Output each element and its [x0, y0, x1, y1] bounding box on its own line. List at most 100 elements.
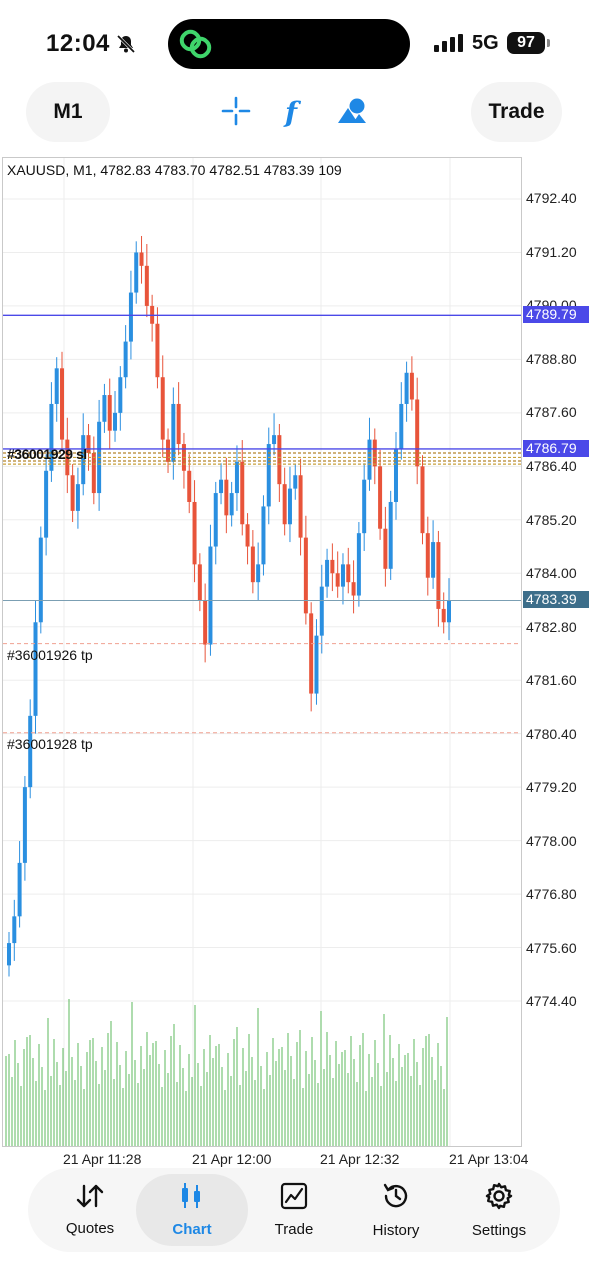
- price-tick: 4786.40: [526, 458, 577, 474]
- battery-level: 97: [507, 32, 545, 54]
- candle-body: [38, 537, 43, 623]
- candle-body: [330, 559, 335, 574]
- candle-body: [431, 542, 436, 578]
- chart-area[interactable]: XAUUSD, M1, 4782.83 4783.70 4782.51 4783…: [2, 157, 522, 1147]
- trade-button[interactable]: Trade: [471, 82, 562, 142]
- order-label-tp-2: #36001928 tp: [7, 736, 93, 752]
- price-tick: 4779.20: [526, 779, 577, 795]
- candle-body: [378, 466, 383, 529]
- candle-body: [107, 395, 112, 431]
- price-tick: 4787.60: [526, 404, 577, 420]
- candle-body: [240, 461, 245, 525]
- candle-body: [54, 368, 59, 404]
- function-icon[interactable]: f: [283, 96, 305, 133]
- candle-body: [256, 564, 261, 583]
- quotes-icon: [75, 1183, 105, 1214]
- price-tag-current: 4783.39: [523, 591, 589, 608]
- objects-icon[interactable]: [336, 96, 368, 131]
- price-tag-line-lower: 4786.79: [523, 440, 589, 457]
- svg-text:f: f: [283, 96, 302, 128]
- bell-slash-icon: [115, 33, 137, 60]
- candle-body: [388, 501, 393, 569]
- candle-body: [86, 435, 91, 453]
- candle-body: [17, 862, 22, 917]
- candle-body: [351, 582, 356, 596]
- chart-toolbar: M1 f Trade: [0, 82, 589, 146]
- settings-icon: [484, 1181, 514, 1216]
- history-icon: [381, 1181, 411, 1216]
- price-tick: 4781.60: [526, 672, 577, 688]
- price-tag-line-upper: 4789.79: [523, 306, 589, 323]
- candle-body: [277, 435, 282, 485]
- candle-body: [436, 542, 441, 609]
- app-indicator-icon: [178, 27, 214, 66]
- order-label-tp-1: #36001926 tp: [7, 647, 93, 663]
- candle-body: [319, 586, 324, 636]
- candle-body: [314, 635, 319, 694]
- candle-body: [415, 399, 420, 467]
- candle-body: [298, 475, 303, 538]
- candle-body: [282, 484, 287, 525]
- price-tick: 4774.40: [526, 993, 577, 1009]
- candle-body: [399, 403, 404, 449]
- nav-quotes[interactable]: Quotes: [38, 1168, 142, 1252]
- candle-body: [197, 564, 202, 600]
- price-tick: 4778.00: [526, 833, 577, 849]
- chart-icon: [179, 1182, 205, 1215]
- candle-body: [367, 439, 372, 480]
- candle-body: [425, 533, 430, 578]
- candle-body: [309, 613, 314, 694]
- candle-body: [420, 466, 425, 534]
- signal-bars-icon: [434, 34, 464, 57]
- nav-chart[interactable]: Chart: [136, 1174, 248, 1246]
- nav-settings[interactable]: Settings: [447, 1168, 551, 1252]
- candle-body: [356, 533, 361, 596]
- candle-body: [213, 493, 218, 547]
- candle-body: [128, 292, 133, 342]
- candle-body: [250, 546, 255, 583]
- candle-body: [144, 265, 149, 306]
- candle-body: [75, 484, 80, 511]
- candle-body: [234, 461, 239, 494]
- candle-body: [393, 448, 398, 502]
- candle-body: [219, 479, 224, 494]
- nav-trade[interactable]: Trade: [242, 1168, 346, 1252]
- candle-body: [224, 479, 229, 516]
- candle-body: [441, 608, 446, 623]
- candle-body: [123, 341, 128, 378]
- time-tick: 21 Apr 12:32: [320, 1151, 400, 1167]
- candle-body: [22, 787, 27, 863]
- status-bar: 12:04 5G 97: [0, 0, 589, 80]
- candle-body: [70, 475, 75, 511]
- candle-body: [160, 377, 165, 440]
- candle-body: [229, 493, 234, 516]
- candle-body: [203, 600, 208, 645]
- nav-label: Trade: [274, 1221, 314, 1238]
- candle-body: [139, 252, 144, 266]
- price-tick: 4775.60: [526, 940, 577, 956]
- timeframe-button[interactable]: M1: [26, 82, 110, 142]
- candle-body: [346, 564, 351, 583]
- bottom-nav: Quotes Chart Trade History Settings: [28, 1168, 560, 1252]
- candle-body: [261, 506, 266, 565]
- nav-history[interactable]: History: [344, 1168, 448, 1252]
- candle-body: [134, 252, 139, 293]
- candle-body: [91, 452, 96, 494]
- price-tick: 4785.20: [526, 512, 577, 528]
- status-time: 12:04: [46, 30, 110, 57]
- time-tick: 21 Apr 13:04: [449, 1151, 529, 1167]
- dynamic-island: [168, 19, 410, 69]
- candle-body: [383, 528, 388, 569]
- candle-body: [287, 488, 292, 525]
- time-tick: 21 Apr 12:00: [192, 1151, 272, 1167]
- candle-body: [272, 435, 277, 445]
- price-tick: 4776.80: [526, 886, 577, 902]
- candle-body: [7, 943, 11, 966]
- order-label-sl-stack: #36001929 sl: [7, 446, 87, 462]
- candle-body: [447, 600, 451, 623]
- candle-body: [176, 403, 181, 445]
- chart-title: XAUUSD, M1, 4782.83 4783.70 4782.51 4783…: [7, 162, 342, 178]
- candle-body: [187, 470, 192, 502]
- crosshair-icon[interactable]: [221, 96, 251, 131]
- candle-body: [293, 475, 298, 489]
